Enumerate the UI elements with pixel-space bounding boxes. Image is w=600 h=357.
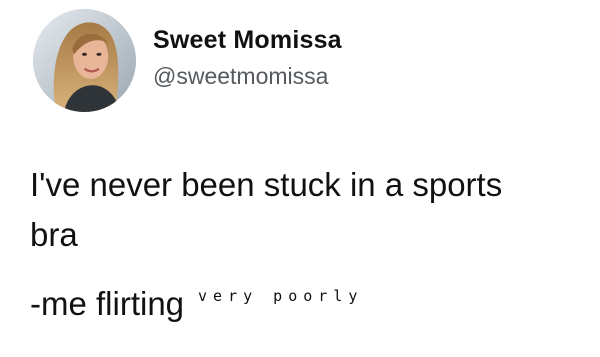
tweet-text-line-3: -me flirting very poorly	[30, 271, 590, 329]
author-handle[interactable]: @sweetmomissa	[153, 63, 328, 90]
tweet-text-flirting: -me flirting	[30, 285, 185, 322]
author-display-name[interactable]: Sweet Momissa	[153, 26, 342, 55]
avatar[interactable]	[33, 9, 136, 112]
tweet-text: I've never been stuck in a sports bra -m…	[30, 160, 590, 329]
tweet-card: Sweet Momissa @sweetmomissa I've never b…	[0, 0, 600, 357]
tweet-text-line-1: I've never been stuck in a sports	[30, 166, 503, 203]
tweet-text-very-poorly: very poorly	[198, 287, 364, 305]
profile-photo-icon	[33, 9, 136, 112]
tweet-text-line-2: bra	[30, 216, 78, 253]
